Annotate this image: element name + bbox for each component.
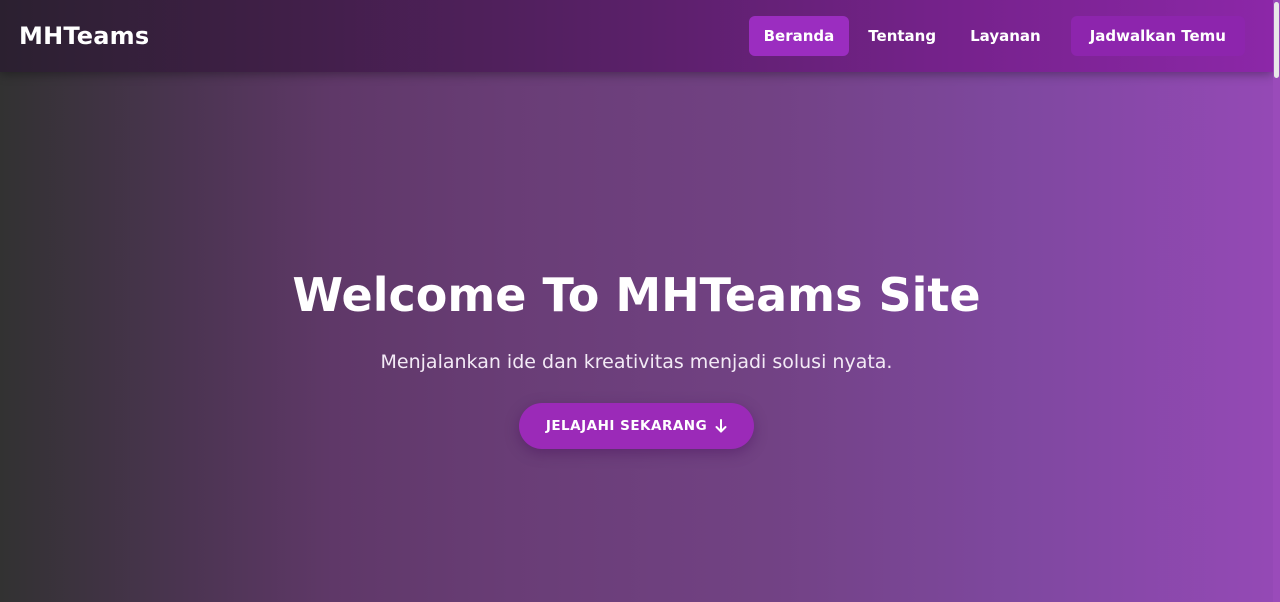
hero-title: Welcome To MHTeams Site [292, 268, 981, 322]
brand-logo[interactable]: MHTeams [19, 22, 149, 50]
hero-subtitle: Menjalankan ide dan kreativitas menjadi … [380, 351, 893, 373]
explore-now-button[interactable]: JELAJAHI SEKARANG [518, 403, 755, 449]
nav-link-layanan[interactable]: Layanan [955, 16, 1056, 56]
navbar: MHTeams Beranda Tentang Layanan Jadwalka… [0, 0, 1273, 72]
schedule-meeting-button[interactable]: Jadwalkan Temu [1070, 16, 1245, 56]
nav-links: Beranda Tentang Layanan Jadwalkan Temu [745, 16, 1245, 56]
hero-section: Welcome To MHTeams Site Menjalankan ide … [0, 72, 1273, 602]
scrollbar-thumb[interactable] [1274, 2, 1279, 78]
arrow-down-icon [715, 419, 727, 433]
scrollbar[interactable] [1273, 0, 1280, 602]
nav-link-tentang[interactable]: Tentang [853, 16, 951, 56]
page: MHTeams Beranda Tentang Layanan Jadwalka… [0, 0, 1280, 602]
explore-now-label: JELAJAHI SEKARANG [545, 418, 708, 434]
nav-link-beranda[interactable]: Beranda [748, 16, 850, 56]
